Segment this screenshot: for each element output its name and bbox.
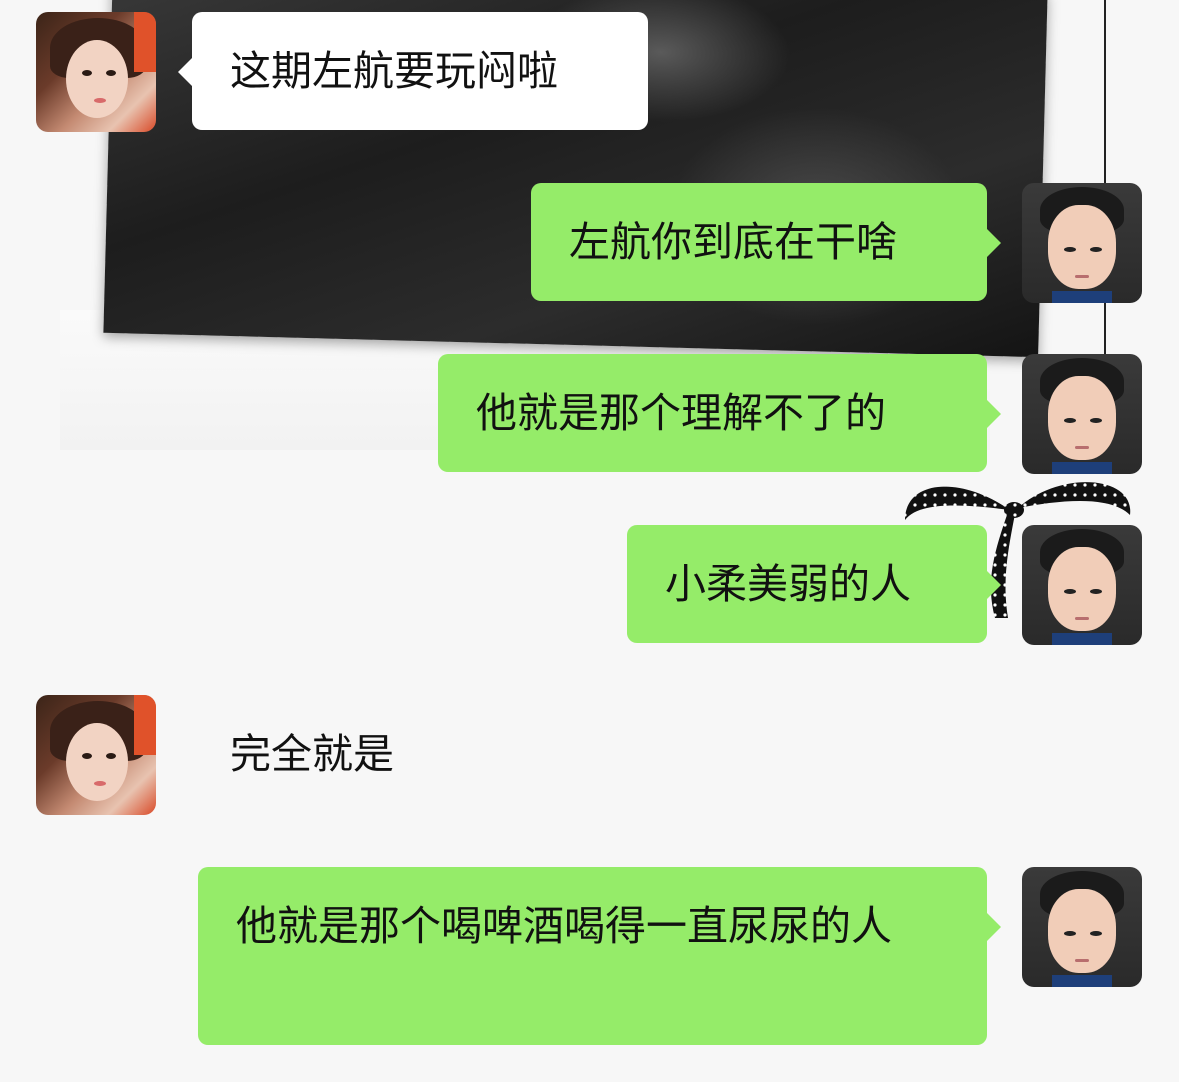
message-bubble-outgoing[interactable]: 他就是那个喝啤酒喝得一直尿尿的人 xyxy=(198,867,1001,1045)
avatar-eye xyxy=(1064,931,1076,936)
message-bubble-outgoing[interactable]: 他就是那个理解不了的 xyxy=(438,354,1001,472)
avatar-boy[interactable] xyxy=(1022,525,1142,645)
avatar-eye xyxy=(1090,589,1102,594)
avatar-collar xyxy=(1052,462,1112,474)
avatar-eye xyxy=(82,70,92,76)
avatar-eye xyxy=(1090,931,1102,936)
avatar-eye xyxy=(1064,418,1076,423)
avatar-collar xyxy=(1052,633,1112,645)
message-bubble-outgoing[interactable]: 左航你到底在干啥 xyxy=(531,183,1001,301)
avatar-collar xyxy=(1052,291,1112,303)
message-bubble-outgoing[interactable]: 小柔美弱的人 xyxy=(627,525,1001,643)
avatar-lip xyxy=(94,98,106,103)
message-text: 小柔美弱的人 xyxy=(665,560,911,608)
avatar-mouth xyxy=(1075,275,1089,278)
avatar-accent xyxy=(134,695,156,755)
message-text: 完全就是 xyxy=(230,730,394,778)
avatar-mouth xyxy=(1075,617,1089,620)
avatar-mouth xyxy=(1075,959,1089,962)
avatar-eye xyxy=(106,753,116,759)
avatar-eye xyxy=(1064,247,1076,252)
avatar-girl[interactable] xyxy=(36,12,156,132)
message-text: 他就是那个喝啤酒喝得一直尿尿的人 xyxy=(236,902,892,950)
message-bubble-incoming[interactable]: 这期左航要玩闷啦 xyxy=(178,12,648,130)
message-text: 他就是那个理解不了的 xyxy=(476,389,886,437)
message-text: 左航你到底在干啥 xyxy=(569,218,897,266)
avatar-boy[interactable] xyxy=(1022,867,1142,987)
avatar-girl[interactable] xyxy=(36,695,156,815)
message-text-incoming[interactable]: 完全就是 xyxy=(230,724,394,784)
avatar-eye xyxy=(106,70,116,76)
avatar-eye xyxy=(1064,589,1076,594)
avatar-boy[interactable] xyxy=(1022,183,1142,303)
avatar-face xyxy=(66,723,128,801)
avatar-eye xyxy=(1090,247,1102,252)
avatar-eye xyxy=(82,753,92,759)
avatar-collar xyxy=(1052,975,1112,987)
avatar-mouth xyxy=(1075,446,1089,449)
avatar-eye xyxy=(1090,418,1102,423)
avatar-accent xyxy=(134,12,156,72)
avatar-face xyxy=(66,40,128,118)
avatar-boy[interactable] xyxy=(1022,354,1142,474)
message-text: 这期左航要玩闷啦 xyxy=(230,47,558,95)
avatar-lip xyxy=(94,781,106,786)
